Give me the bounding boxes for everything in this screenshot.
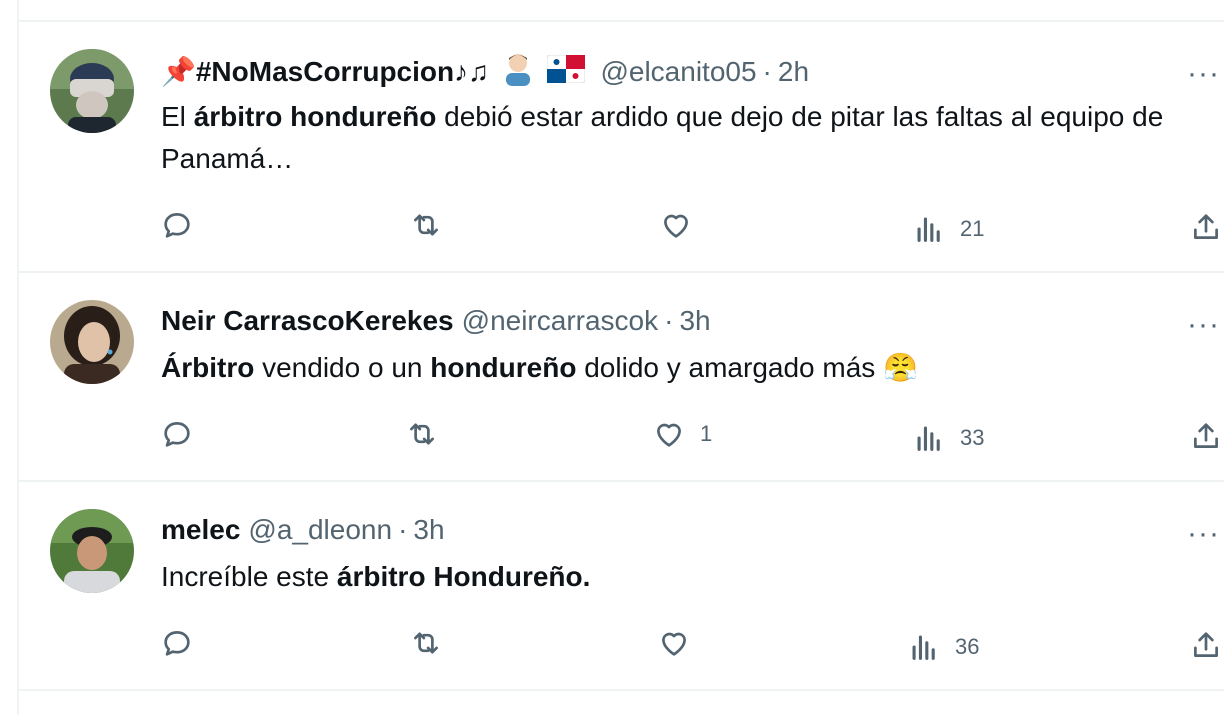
views-icon	[917, 426, 940, 451]
avatar[interactable]	[50, 49, 134, 133]
text-segment: Increíble este	[161, 561, 337, 592]
panama-flag-icon	[546, 54, 586, 92]
tweet-text: Árbitro vendido o un hondureño dolido y …	[161, 347, 1191, 389]
handle[interactable]: @neircarrascok	[462, 305, 658, 336]
divider	[19, 689, 1224, 691]
tweet[interactable]: Neir CarrascoKerekes @neircarrascok · 3h ··…	[19, 273, 1224, 480]
avatar-image	[50, 509, 134, 593]
view-count: 33	[960, 425, 985, 450]
separator: ·	[762, 55, 772, 87]
text-segment-bold: árbitro Hondureño.	[336, 561, 591, 592]
views-button[interactable]: 21	[912, 212, 984, 246]
handle[interactable]: @a_dleonn	[248, 514, 392, 545]
person-emoji-icon	[503, 52, 533, 95]
like-icon	[664, 214, 688, 238]
tweet-header: Neir CarrascoKerekes @neircarrascok · 3h	[161, 303, 711, 339]
separator: ·	[664, 305, 674, 336]
retweet-button[interactable]	[405, 417, 453, 451]
display-name[interactable]: 📌#NoMasCorrupcion♪♫	[161, 56, 489, 87]
reply-icon	[164, 631, 190, 656]
retweet-icon	[414, 214, 438, 236]
display-name[interactable]: Neir CarrascoKerekes	[161, 305, 454, 336]
more-options-button[interactable]: ···	[1187, 310, 1220, 340]
view-count: 36	[955, 634, 980, 659]
text-segment-bold: hondureño	[430, 352, 577, 383]
avatar-image	[50, 300, 134, 384]
share-button[interactable]	[1189, 210, 1223, 244]
tweet[interactable]: melec @a_dleonn · 3h ··· Increíble este árb…	[19, 482, 1224, 689]
tweet[interactable]: 📌#NoMasCorrupcion♪♫ @elcanito05 · 2h ··· E…	[19, 22, 1224, 271]
retweet-button[interactable]	[409, 626, 457, 660]
avatar-image	[50, 49, 134, 133]
reply-icon	[164, 213, 190, 238]
like-icon	[662, 632, 686, 656]
huffing-face-emoji-icon: 😤	[883, 352, 918, 383]
like-button[interactable]	[659, 208, 707, 242]
tweet-header: 📌#NoMasCorrupcion♪♫ @elcanito05 · 2h	[161, 52, 809, 95]
more-options-button[interactable]: ···	[1187, 59, 1220, 89]
share-button[interactable]	[1189, 419, 1223, 453]
tweet-header: melec @a_dleonn · 3h	[161, 512, 445, 548]
views-icon	[912, 635, 935, 660]
text-segment: El	[161, 101, 194, 132]
share-icon	[1194, 214, 1218, 239]
timestamp[interactable]: 3h	[413, 514, 444, 545]
reply-button[interactable]	[160, 626, 208, 660]
display-name[interactable]: melec	[161, 514, 240, 545]
retweet-icon	[414, 632, 438, 654]
text-segment-bold: Árbitro	[161, 352, 255, 383]
more-options-button[interactable]: ···	[1187, 519, 1220, 549]
view-count: 21	[960, 216, 985, 241]
share-icon	[1194, 632, 1218, 657]
like-count: 1	[700, 421, 713, 446]
timestamp[interactable]: 3h	[679, 305, 710, 336]
views-button[interactable]: 33	[912, 421, 984, 455]
views-button[interactable]: 36	[907, 630, 979, 664]
retweet-icon	[410, 423, 434, 445]
reply-button[interactable]	[160, 417, 208, 451]
avatar[interactable]	[50, 300, 134, 384]
share-button[interactable]	[1189, 628, 1223, 662]
avatar[interactable]	[50, 509, 134, 593]
text-segment: vendido o un	[254, 352, 431, 383]
tweet-text: El árbitro hondureño debió estar ardido …	[161, 96, 1191, 180]
separator: ·	[398, 514, 408, 545]
tweet-text: Increíble este árbitro Hondureño.	[161, 556, 1191, 598]
like-icon	[657, 423, 681, 447]
share-icon	[1194, 423, 1218, 448]
like-button[interactable]: 1	[652, 417, 712, 451]
reply-icon	[164, 422, 190, 447]
handle[interactable]: @elcanito05	[600, 56, 756, 87]
reply-button[interactable]	[160, 208, 208, 242]
text-segment: dolido y amargado más	[576, 352, 884, 383]
like-button[interactable]	[657, 626, 705, 660]
timestamp[interactable]: 2h	[778, 56, 809, 87]
views-icon	[917, 217, 940, 242]
text-segment-bold: árbitro hondureño	[193, 101, 437, 132]
retweet-button[interactable]	[409, 208, 457, 242]
